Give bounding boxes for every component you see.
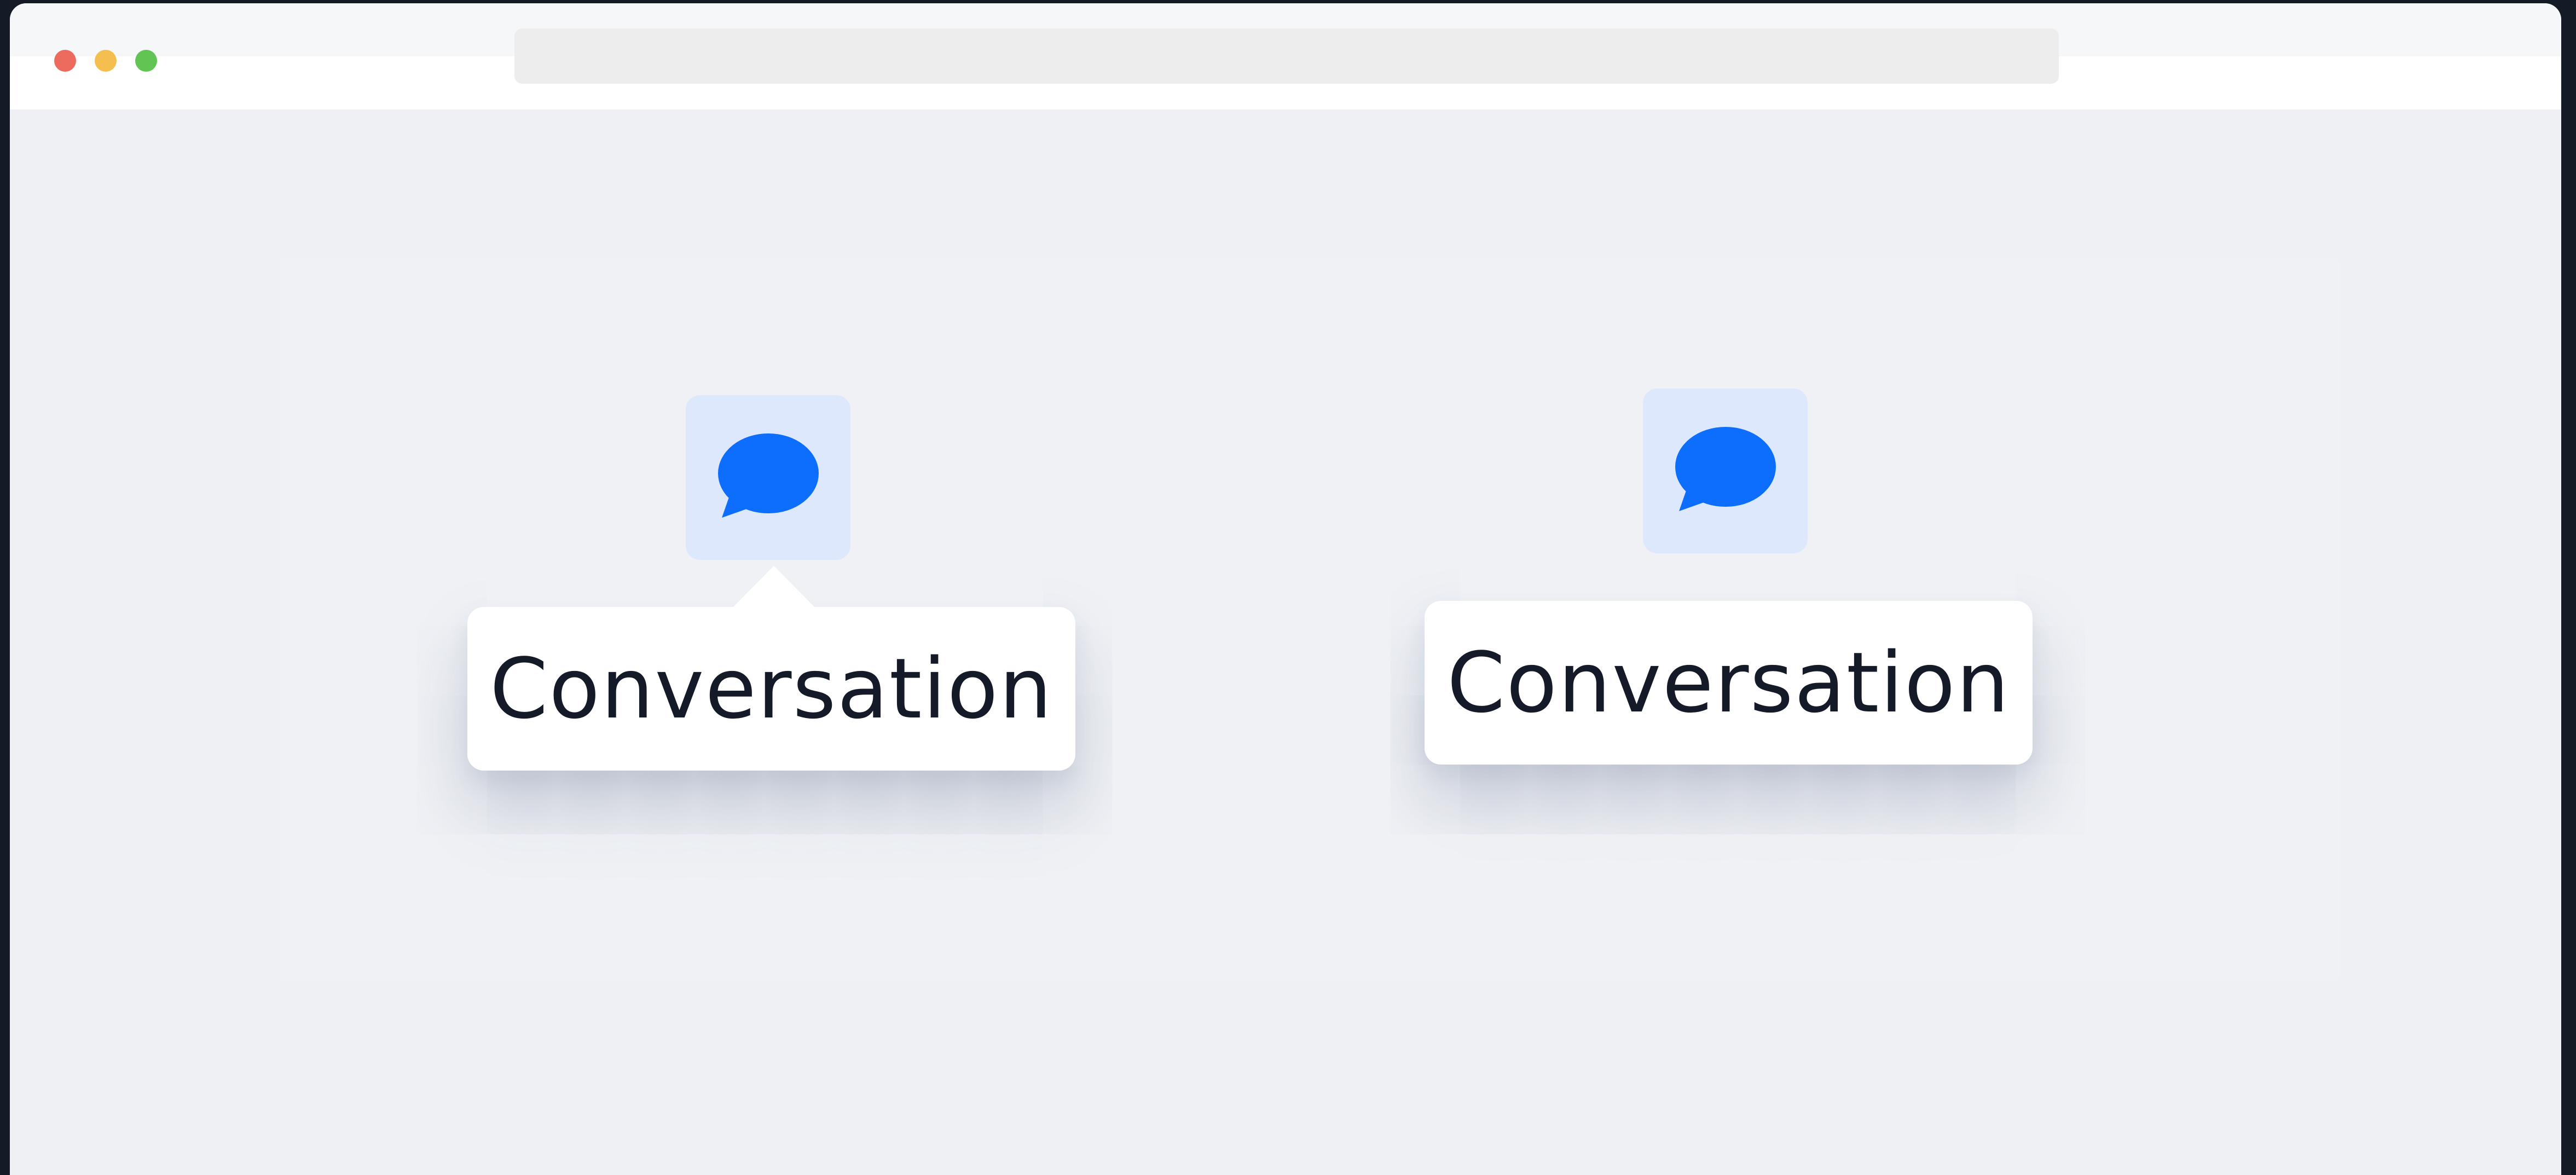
close-window-button[interactable] [54, 50, 76, 72]
conversation-tooltip: Conversation [1425, 601, 2033, 765]
chat-bubble-icon [1675, 427, 1776, 511]
address-bar[interactable] [514, 28, 2059, 84]
conversation-icon-button[interactable] [1643, 389, 1808, 553]
conversation-tooltip: Conversation [467, 566, 1075, 771]
tooltip-arrow [733, 566, 815, 607]
tooltip-label: Conversation [490, 640, 1053, 737]
chat-bubble-icon [718, 433, 819, 518]
zoom-window-button[interactable] [135, 50, 157, 72]
conversation-icon-button[interactable] [686, 395, 850, 560]
browser-window: Conversation Conversation [10, 3, 2561, 1175]
minimize-window-button[interactable] [95, 50, 117, 72]
tooltip-label: Conversation [1447, 634, 2010, 731]
title-bar [10, 3, 2561, 109]
